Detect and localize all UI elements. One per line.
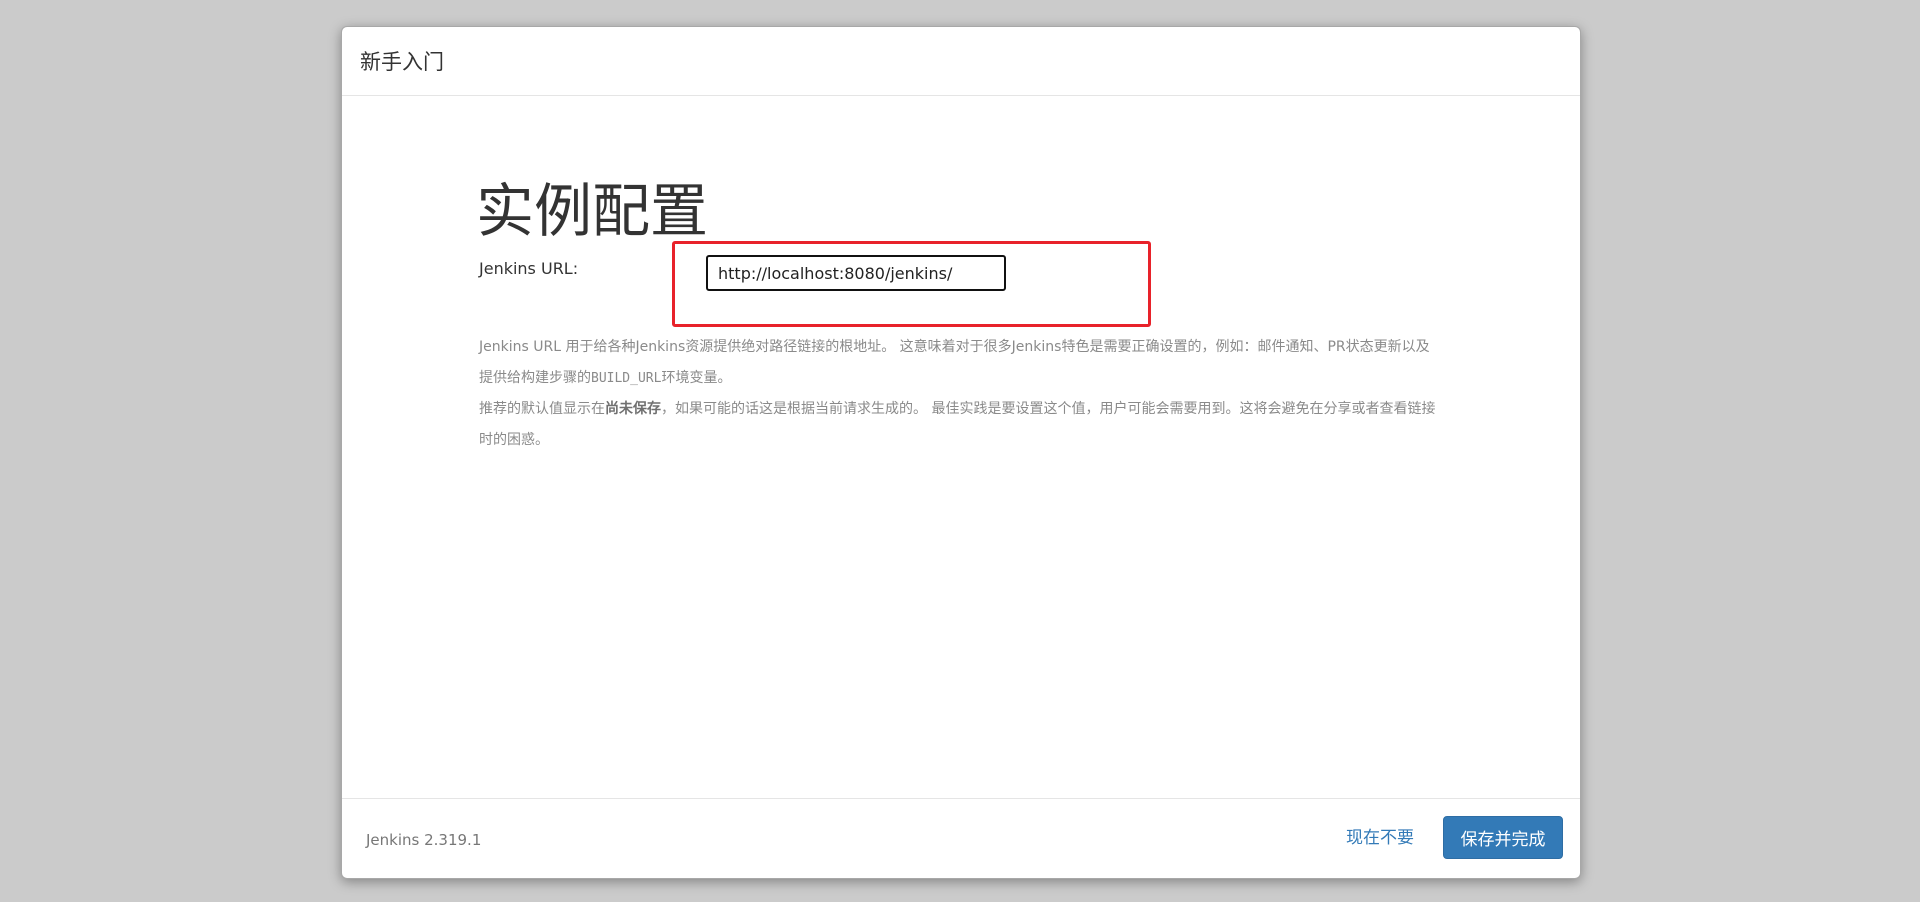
help-paragraph-1: Jenkins URL 用于给各种Jenkins资源提供绝对路径链接的根地址。 … bbox=[479, 339, 1430, 386]
build-url-code: BUILD_URL bbox=[591, 371, 662, 386]
dialog-header: 新手入门 bbox=[342, 27, 1580, 96]
dialog-title: 新手入门 bbox=[360, 50, 444, 74]
dialog-footer: Jenkins 2.319.1 现在不要 保存并完成 bbox=[342, 798, 1580, 878]
not-saved-emphasis: 尚未保存 bbox=[605, 401, 661, 417]
help-paragraph-2: 推荐的默认值显示在尚未保存，如果可能的话这是根据当前请求生成的。 最佳实践是要设… bbox=[479, 401, 1436, 448]
page-title: 实例配置 bbox=[476, 177, 709, 245]
skip-button[interactable]: 现在不要 bbox=[1346, 826, 1414, 850]
dialog-body: 实例配置 Jenkins URL: Jenkins URL 用于给各种Jenki… bbox=[342, 96, 1580, 824]
help-text: Jenkins URL 用于给各种Jenkins资源提供绝对路径链接的根地址。 … bbox=[479, 332, 1439, 456]
jenkins-url-label: Jenkins URL: bbox=[479, 259, 579, 278]
version-text: Jenkins 2.319.1 bbox=[366, 831, 482, 849]
save-and-finish-button[interactable]: 保存并完成 bbox=[1443, 816, 1563, 859]
jenkins-url-input[interactable] bbox=[706, 255, 1006, 291]
setup-dialog: 新手入门 实例配置 Jenkins URL: Jenkins URL 用于给各种… bbox=[341, 26, 1581, 879]
